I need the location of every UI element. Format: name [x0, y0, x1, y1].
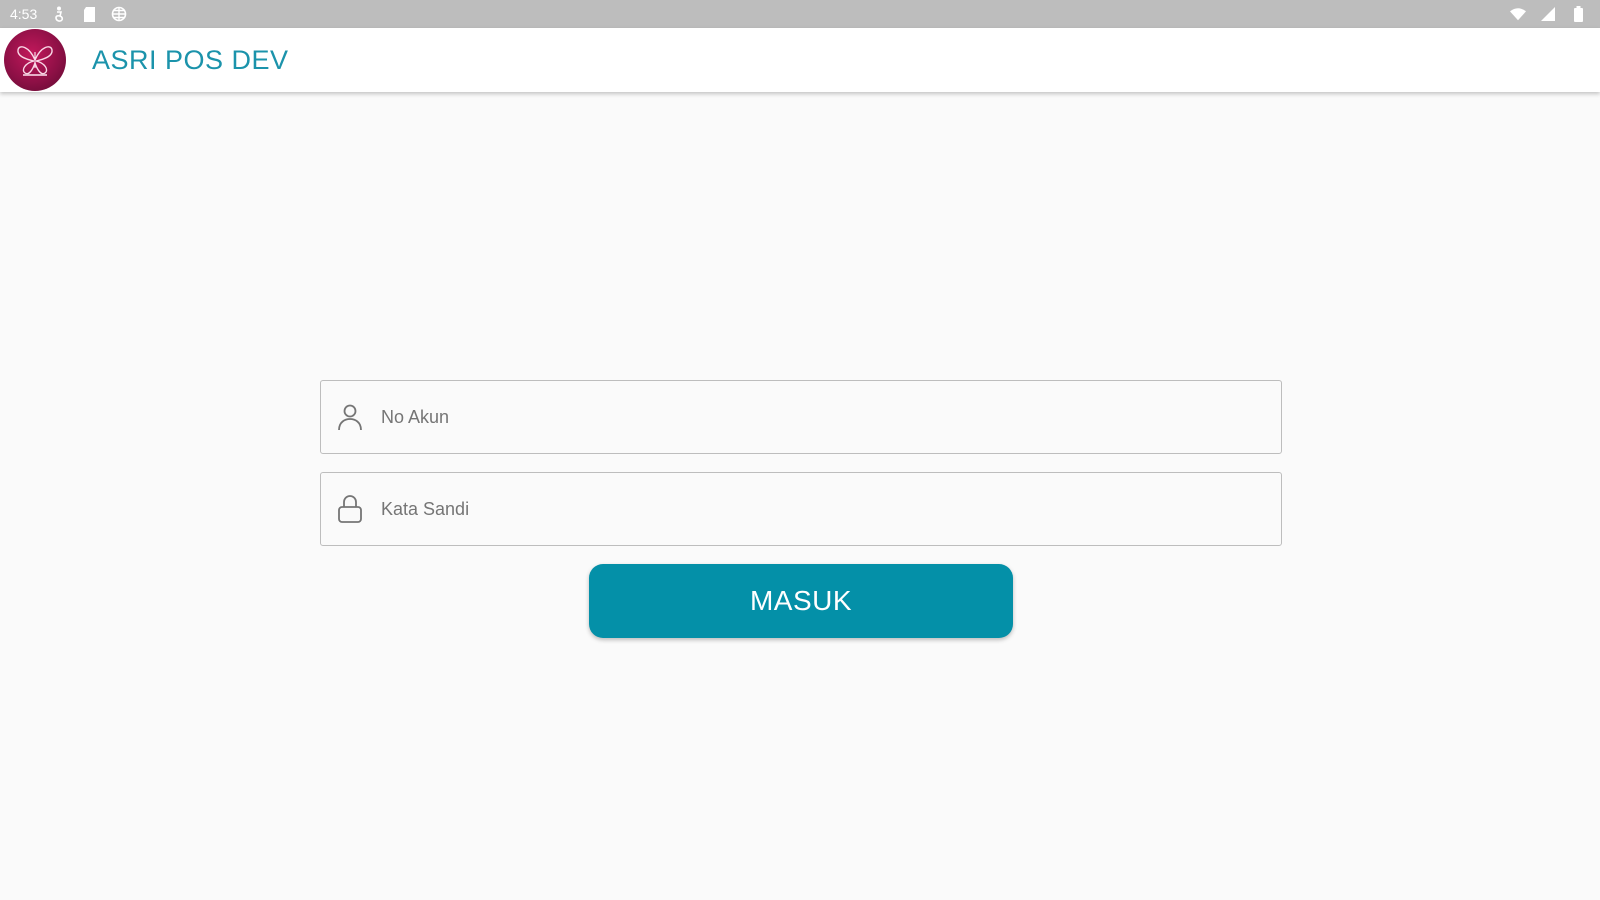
signal-icon	[1540, 6, 1556, 22]
butterfly-logo-icon	[4, 29, 66, 91]
status-bar-right	[1510, 6, 1586, 22]
account-number-input[interactable]	[379, 396, 1281, 438]
account-number-field[interactable]	[320, 380, 1282, 454]
globe-icon	[111, 6, 127, 22]
password-field[interactable]	[320, 472, 1282, 546]
battery-icon	[1570, 6, 1586, 22]
person-icon	[335, 402, 365, 432]
login-button[interactable]: MASUK	[589, 564, 1013, 638]
password-input[interactable]	[379, 488, 1281, 530]
accessibility-icon	[51, 6, 67, 22]
lock-icon	[335, 494, 365, 524]
sd-card-icon	[81, 6, 97, 22]
status-bar-left: 4:53	[10, 6, 127, 22]
status-bar: 4:53	[0, 0, 1600, 28]
app-title: ASRI POS DEV	[92, 44, 289, 75]
status-time: 4:53	[10, 6, 38, 22]
wifi-icon	[1510, 6, 1526, 22]
login-form: MASUK	[320, 380, 1282, 638]
app-bar: ASRI POS DEV	[0, 28, 1600, 92]
